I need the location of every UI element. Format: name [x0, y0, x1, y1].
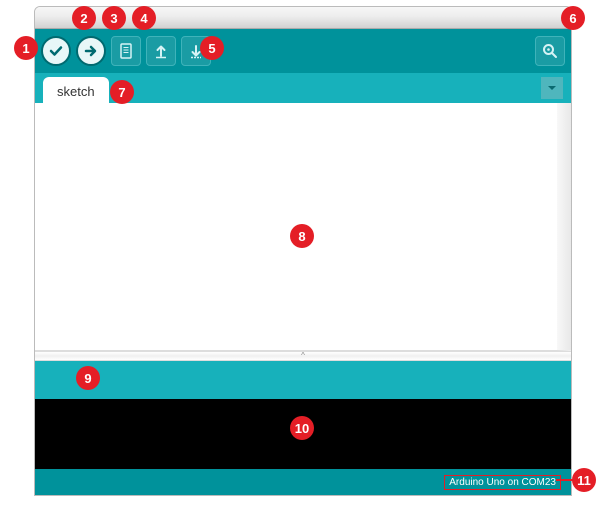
magnifier-icon	[541, 42, 559, 60]
ide-window: sketch ^ Arduino Uno on COM23	[34, 6, 572, 496]
arrow-up-icon	[153, 42, 169, 60]
toolbar	[35, 29, 571, 73]
upload-button[interactable]	[76, 36, 106, 66]
footer-bar: Arduino Uno on COM23	[35, 469, 571, 495]
tabbar: sketch	[35, 73, 571, 103]
verify-button[interactable]	[41, 36, 71, 66]
annotation-11: 11	[572, 468, 596, 492]
check-icon	[48, 43, 64, 59]
board-port-label: Arduino Uno on COM23	[444, 475, 561, 490]
save-button[interactable]	[181, 36, 211, 66]
arrow-right-icon	[83, 43, 99, 59]
annotation-11-line	[556, 479, 574, 481]
file-icon	[118, 42, 134, 60]
chevron-down-icon	[546, 82, 558, 94]
status-bar	[35, 361, 571, 399]
open-button[interactable]	[146, 36, 176, 66]
arrow-down-icon	[188, 42, 204, 60]
code-editor[interactable]	[35, 103, 571, 351]
tab-label: sketch	[57, 84, 95, 99]
console-panel[interactable]	[35, 399, 571, 469]
sketch-tab[interactable]: sketch	[43, 77, 109, 103]
serial-monitor-button[interactable]	[535, 36, 565, 66]
vertical-scrollbar[interactable]	[557, 103, 571, 350]
tab-menu-button[interactable]	[541, 77, 563, 99]
new-button[interactable]	[111, 36, 141, 66]
split-handle[interactable]: ^	[35, 351, 571, 361]
window-titlebar[interactable]	[35, 7, 571, 29]
